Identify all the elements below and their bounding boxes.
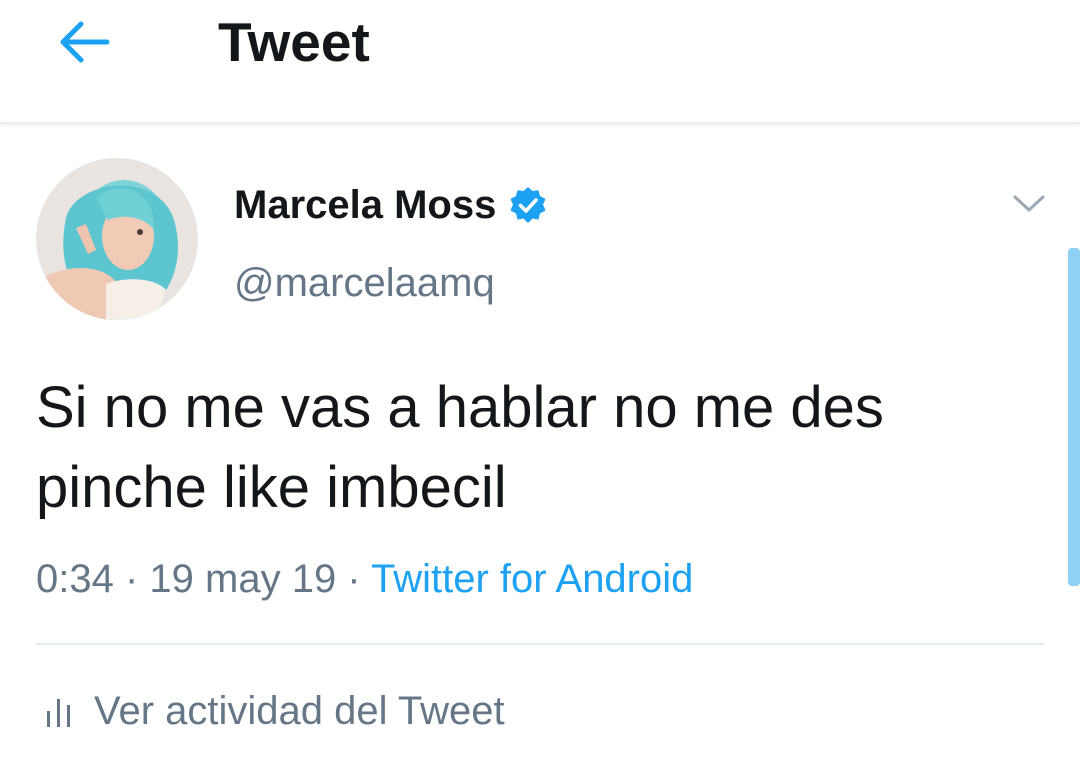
meta-separator: · xyxy=(113,557,150,601)
author-handle[interactable]: @marcelaamq xyxy=(234,258,495,308)
tweet-meta: 0:34 · 19 may 19 · Twitter for Android xyxy=(36,554,693,604)
tweet-time: 0:34 xyxy=(36,557,114,601)
activity-label: Ver actividad del Tweet xyxy=(94,689,505,733)
page-title: Tweet xyxy=(218,11,370,73)
top-app-bar: Tweet xyxy=(0,0,1080,124)
arrow-left-icon xyxy=(60,21,110,63)
author-name[interactable]: Marcela Moss xyxy=(234,180,548,230)
view-tweet-activity-button[interactable]: Ver actividad del Tweet xyxy=(44,686,505,736)
meta-separator: · xyxy=(336,557,372,601)
back-button[interactable] xyxy=(52,14,116,70)
bar-chart-icon xyxy=(47,699,70,727)
tweet-menu-button[interactable] xyxy=(1004,186,1054,222)
tweet-text: Si no me vas a hablar no me des pinche l… xyxy=(36,375,884,520)
scrollbar[interactable] xyxy=(1068,248,1080,586)
tweet-date: 19 may 19 xyxy=(149,557,337,601)
tweet-source-link[interactable]: Twitter for Android xyxy=(371,557,693,601)
tweet-detail-screen: Tweet Marcela Moss @marcelaamq Si no me … xyxy=(0,0,1080,775)
avatar[interactable] xyxy=(36,158,198,320)
chevron-down-icon xyxy=(1013,195,1045,212)
author-name-text: Marcela Moss xyxy=(234,183,497,227)
verified-badge-icon xyxy=(510,187,546,223)
divider xyxy=(36,643,1044,645)
profile-photo xyxy=(36,158,198,320)
